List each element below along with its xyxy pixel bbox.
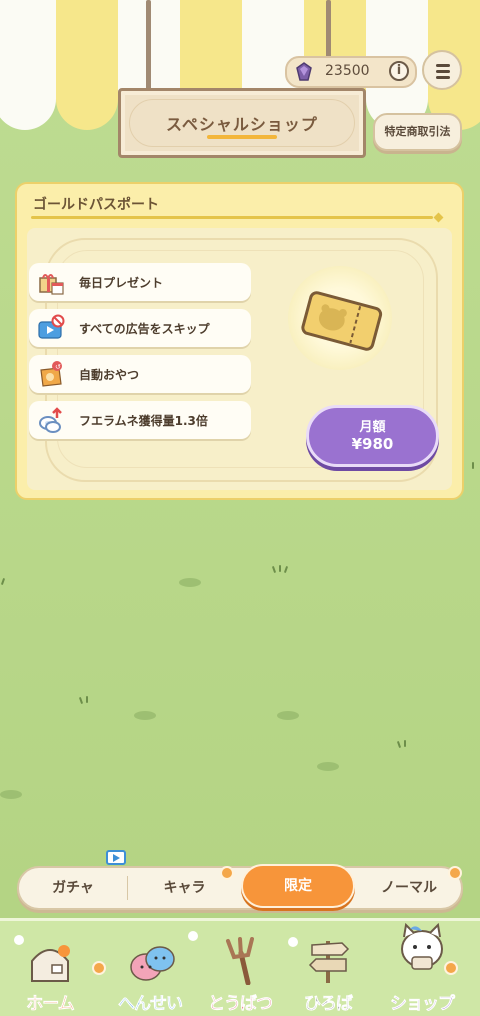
nav-home[interactable]: ホーム [4,925,96,1015]
card-title: ゴールドパスポート [33,197,159,213]
grass-tuft [317,762,339,771]
shop-title: スペシャルショップ [166,115,318,134]
golden-ticket-icon [301,291,383,351]
grass-tuft [134,711,156,720]
info-icon: i [396,63,402,78]
nav-subjugation[interactable]: とうばつ [194,925,286,1015]
nav-formation[interactable]: へんせい [104,925,196,1015]
price-period: 月額 [359,420,386,435]
feature-label: フエラムネ獲得量1.3倍 [79,414,208,428]
nav-plaza[interactable]: ひろば [282,925,374,1015]
svg-text:↺: ↺ [55,363,61,371]
feature-daily-present: 毎日プレゼント [29,263,251,301]
info-button[interactable]: i [389,61,409,81]
shop-character-icon [401,922,443,970]
grass-tuft [179,578,201,587]
nav-label-home: ホーム [26,994,75,1015]
sign-rope-left [146,0,151,94]
menu-button[interactable] [422,50,462,90]
gem-currency-display: 23500 i [285,56,417,88]
grass-tuft [277,711,299,720]
nav-label-formation: へんせい [118,994,184,1015]
feature-label: 毎日プレゼント [79,276,164,290]
notification-dot [448,866,462,880]
feature-label: 自動おやつ [79,368,140,382]
pitchfork-icon [226,937,254,985]
notification-dot [220,866,234,880]
feature-fueramune-boost: フエラムネ獲得量1.3倍 [29,401,251,439]
bottom-navigation: ホーム へんせい とうばつ ひろば ショップ [0,918,480,1016]
gem-count: 23500 [325,63,370,79]
notification-dot [92,961,106,975]
feature-auto-snack: ↺ 自動おやつ [29,355,251,393]
gem-icon [296,62,312,81]
tab-normal[interactable]: ノーマル [355,868,463,908]
nav-label-subjugation: とうばつ [208,994,274,1015]
legal-notice-button[interactable]: 特定商取引法 [373,113,462,151]
price-value: ¥980 [351,435,394,453]
auto-snack-icon: ↺ [40,361,62,387]
tab-gacha[interactable]: ガチャ [19,868,127,908]
signpost-icon [308,941,350,983]
shop-signboard: スペシャルショップ [118,88,366,158]
nav-label-shop: ショップ [390,994,456,1015]
notification-dot [444,961,458,975]
video-ad-icon [106,850,126,865]
feature-skip-ads: すべての広告をスキップ [29,309,251,347]
purchase-monthly-button[interactable]: 月額 ¥980 [306,405,439,467]
fueramune-boost-icon [39,407,62,433]
tab-limited[interactable]: 限定 [241,864,355,908]
formation-icon [130,946,175,981]
ad-skip-icon [38,314,65,339]
grass-tuft [0,790,22,799]
feature-label: すべての広告をスキップ [79,322,210,336]
shop-category-tabs: ガチャ キャラ ノーマル 限定 [17,864,463,910]
nav-label-plaza: ひろば [304,994,354,1015]
home-icon [31,945,70,982]
gift-calendar-icon [39,274,64,295]
